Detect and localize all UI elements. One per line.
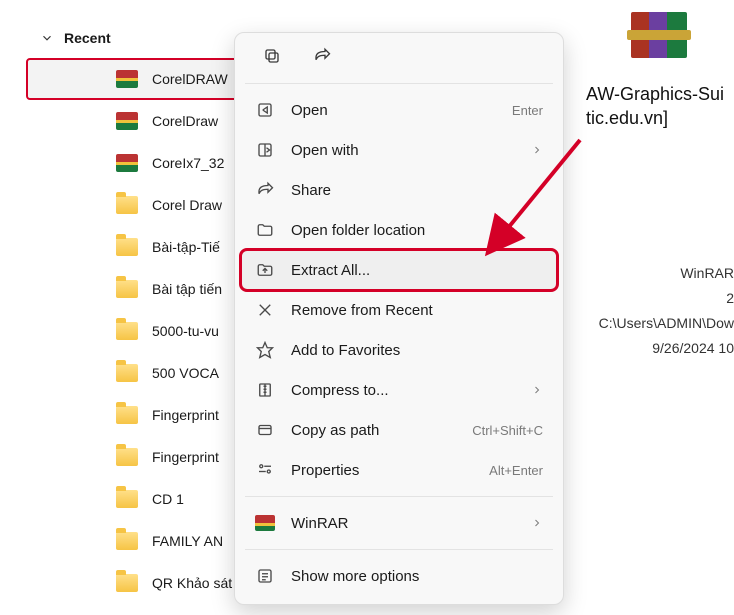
divider [245, 496, 553, 497]
menu-label: Open with [291, 142, 515, 159]
menu-label: Properties [291, 462, 473, 479]
menu-winrar[interactable]: WinRAR [241, 503, 557, 543]
recent-item-label: CorelDRAW [152, 71, 228, 87]
menu-label: Compress to... [291, 382, 515, 399]
divider [245, 83, 553, 84]
folder-icon [116, 574, 138, 592]
rar-archive-icon [116, 154, 138, 172]
chevron-down-icon [40, 31, 54, 45]
chevron-right-icon [531, 384, 543, 396]
copy-icon[interactable] [261, 45, 283, 67]
folder-icon [116, 532, 138, 550]
recent-item-label: CD 1 [152, 491, 184, 507]
folder-icon [116, 448, 138, 466]
recent-item-label: QR Khảo sát [152, 575, 232, 591]
extract-icon [255, 260, 275, 280]
folder-open-icon [255, 220, 275, 240]
open-with-icon [255, 140, 275, 160]
recent-item-label: Corel Draw [152, 197, 222, 213]
chevron-right-icon [531, 144, 543, 156]
open-icon [255, 100, 275, 120]
details-path: C:\Users\ADMIN\Dow [584, 311, 734, 336]
recent-item-label: Fingerprint [152, 407, 219, 423]
more-options-icon [255, 566, 275, 586]
details-modified: 9/26/2024 10 [584, 336, 734, 361]
winrar-icon [255, 515, 275, 531]
menu-open-folder-location[interactable]: Open folder location [241, 210, 557, 250]
details-count: 2 [584, 286, 734, 311]
recent-item-label: 5000-tu-vu [152, 323, 219, 339]
menu-remove-from-recent[interactable]: Remove from Recent [241, 290, 557, 330]
divider [245, 549, 553, 550]
recent-item-label: CoreIx7_32 [152, 155, 224, 171]
menu-properties[interactable]: Properties Alt+Enter [241, 450, 557, 490]
recent-item-label: Bài-tập-Tiế [152, 239, 220, 255]
menu-label: Open folder location [291, 222, 543, 239]
menu-compress-to[interactable]: Compress to... [241, 370, 557, 410]
menu-label: Add to Favorites [291, 342, 543, 359]
folder-icon [116, 490, 138, 508]
menu-label: Copy as path [291, 422, 456, 439]
details-panel: AW-Graphics-Sui tic.edu.vn] WinRAR 2 C:\… [584, 0, 734, 361]
recent-item-label: 500 VOCA [152, 365, 219, 381]
folder-icon [116, 406, 138, 424]
menu-label: Remove from Recent [291, 302, 543, 319]
context-menu-quick-actions [241, 41, 557, 77]
compress-icon [255, 380, 275, 400]
menu-extract-all[interactable]: Extract All... [241, 250, 557, 290]
star-icon [255, 340, 275, 360]
menu-label: Share [291, 182, 543, 199]
details-filename: AW-Graphics-Sui tic.edu.vn] [584, 82, 734, 131]
folder-icon [116, 280, 138, 298]
recent-item-label: CorelDraw [152, 113, 218, 129]
remove-icon [255, 300, 275, 320]
menu-share[interactable]: Share [241, 170, 557, 210]
menu-add-to-favorites[interactable]: Add to Favorites [241, 330, 557, 370]
recent-item-label: Fingerprint [152, 449, 219, 465]
menu-show-more-options[interactable]: Show more options [241, 556, 557, 596]
menu-label: WinRAR [291, 515, 515, 532]
folder-icon [116, 322, 138, 340]
folder-icon [116, 238, 138, 256]
properties-icon [255, 460, 275, 480]
menu-label: Open [291, 102, 496, 119]
chevron-right-icon [531, 517, 543, 529]
details-type: WinRAR [584, 261, 734, 286]
details-meta: WinRAR 2 C:\Users\ADMIN\Dow 9/26/2024 10 [584, 261, 734, 362]
context-menu: Open Enter Open with Share Open folder l… [234, 32, 564, 605]
recent-item-label: Bài tập tiến [152, 281, 222, 297]
recent-header-label: Recent [64, 30, 111, 46]
menu-open-with[interactable]: Open with [241, 130, 557, 170]
menu-hint: Enter [512, 103, 543, 118]
copy-path-icon [255, 420, 275, 440]
share-arrow-icon[interactable] [311, 45, 333, 67]
rar-archive-large-icon [623, 2, 695, 58]
rar-archive-icon [116, 112, 138, 130]
rar-archive-icon [116, 70, 138, 88]
share-icon [255, 180, 275, 200]
menu-hint: Ctrl+Shift+C [472, 423, 543, 438]
menu-label: Extract All... [291, 262, 543, 279]
menu-copy-as-path[interactable]: Copy as path Ctrl+Shift+C [241, 410, 557, 450]
folder-icon [116, 364, 138, 382]
menu-open[interactable]: Open Enter [241, 90, 557, 130]
recent-item-label: FAMILY AN [152, 533, 223, 549]
menu-hint: Alt+Enter [489, 463, 543, 478]
folder-icon [116, 196, 138, 214]
menu-label: Show more options [291, 568, 543, 585]
